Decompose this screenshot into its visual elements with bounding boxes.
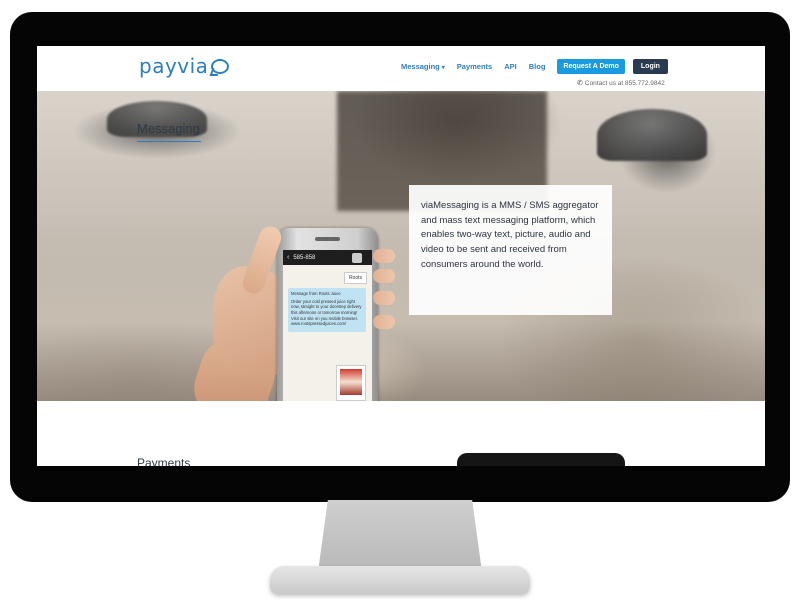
nav-item-api[interactable]: API — [504, 62, 517, 71]
contact-text: Contact us at 855.772.9842 — [584, 80, 665, 87]
hero-description: viaMessaging is a MMS / SMS aggregator a… — [421, 200, 599, 270]
device-image — [457, 453, 625, 466]
payvia-logo[interactable]: payvia — [139, 54, 230, 78]
nav-item-messaging[interactable]: Messaging ▾ — [401, 62, 445, 71]
monitor-screen: payvia Messaging ▾ Payments API Blog Requ… — [37, 46, 765, 466]
phone-screen: ‹ 585-858 Roots Message from Roots Juice… — [283, 250, 372, 401]
mms-image — [340, 369, 362, 395]
request-demo-button[interactable]: Request A Demo — [557, 58, 625, 74]
hand-finger-image — [373, 291, 395, 305]
phone-conversation-bar: ‹ 585-858 — [283, 250, 372, 265]
logo-text: payvia — [139, 54, 209, 78]
nav-item-blog[interactable]: Blog — [529, 62, 546, 71]
phone-icon: ✆ — [577, 80, 583, 87]
hand-finger-image — [373, 315, 395, 329]
hand-finger-image — [373, 269, 395, 283]
nav-item-label: Messaging — [401, 61, 440, 71]
message-line: Order your cold pressed juice right now,… — [291, 298, 362, 327]
sent-message-bubble: Roots — [343, 272, 367, 284]
speech-bubble-icon — [211, 58, 230, 74]
message-line: Message from Roots Juice — [291, 291, 341, 296]
hero-title: Messaging — [137, 121, 200, 136]
conversation-number: 585-858 — [293, 254, 316, 261]
main-nav: Messaging ▾ Payments API Blog Request A D… — [401, 57, 668, 75]
login-button[interactable]: Login — [632, 58, 668, 74]
contact-info: ✆ Contact us at 855.772.9842 — [577, 79, 665, 87]
monitor-stand-neck — [318, 500, 482, 572]
title-underline — [137, 141, 201, 142]
lamp-image — [597, 109, 707, 161]
monitor-stand-base — [270, 566, 530, 594]
hand-finger-image — [373, 249, 395, 263]
phone-speaker — [315, 237, 340, 241]
hero-banner: Messaging ‹ 585-858 Roots Message from R… — [37, 91, 765, 401]
contact-avatar-icon — [352, 252, 362, 263]
back-arrow-icon: ‹ — [287, 254, 290, 261]
site-header: payvia Messaging ▾ Payments API Blog Requ… — [37, 46, 765, 92]
phone-mockup: ‹ 585-858 Roots Message from Roots Juice… — [277, 228, 378, 401]
hero-info-box: viaMessaging is a MMS / SMS aggregator a… — [409, 185, 612, 315]
nav-item-payments[interactable]: Payments — [457, 62, 492, 71]
mms-image-thumbnail — [336, 365, 366, 401]
received-message-bubble: Message from Roots Juice Order your cold… — [288, 288, 366, 333]
caret-down-icon: ▾ — [441, 64, 445, 71]
section-title-payments: Payments — [137, 456, 191, 466]
